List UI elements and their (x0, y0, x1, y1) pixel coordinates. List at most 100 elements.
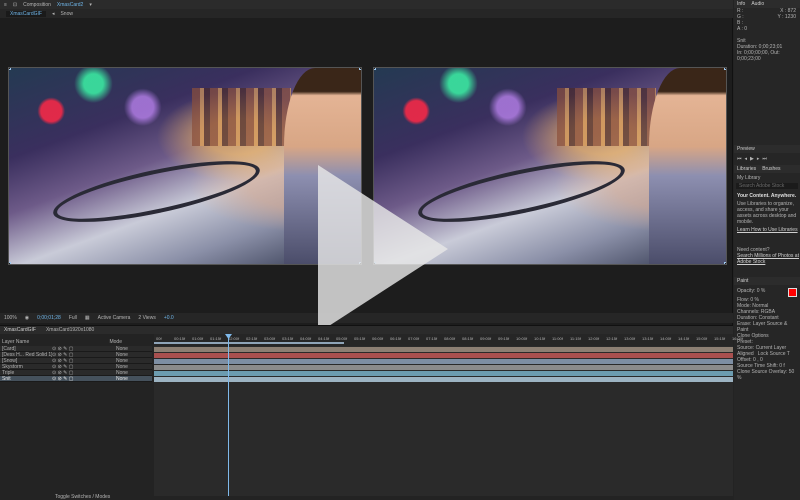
timeline-tabs: XmasCardGIF XmasCard1920x1080 (0, 326, 733, 334)
last-frame-icon[interactable]: ⏭ (762, 156, 767, 162)
current-time-indicator[interactable] (228, 334, 229, 496)
arrow-left-icon[interactable]: ◂ (52, 11, 55, 17)
ruler-tick-label: 08:00f (444, 336, 456, 341)
preview-panel-header: Preview (734, 145, 800, 153)
ruler-tick-label: 03:15f (282, 336, 294, 341)
layer-header: Layer Name Mode (0, 334, 152, 346)
info-y: Y : 1230 (777, 14, 796, 20)
ruler-tick-label: 06:00f (372, 336, 384, 341)
ruler-tick-label: 12:00f (588, 336, 600, 341)
layer-duration-bar[interactable] (154, 359, 733, 364)
ruler-tick-label: 01:15f (210, 336, 222, 341)
learn-libraries-link[interactable]: Learn How to Use Libraries (734, 227, 800, 233)
ruler-tick-label: 14:15f (678, 336, 690, 341)
layer-duration-bar[interactable] (154, 377, 733, 382)
camera-select[interactable]: Active Camera (98, 315, 131, 321)
work-area-bar[interactable] (154, 342, 344, 344)
ruler-tick-label: 15:15f (714, 336, 726, 341)
ruler-tick-label: 11:00f (552, 336, 563, 341)
layer-duration-bar[interactable] (154, 353, 733, 358)
mode-header[interactable]: Mode (109, 339, 122, 345)
transform-handle[interactable] (9, 262, 11, 264)
play-icon[interactable] (318, 165, 448, 333)
info-in-out: In: 0;00;00;00, Out: 0;00;23;00 (737, 50, 780, 62)
paint-opacity[interactable]: Opacity: 0 % (737, 288, 765, 297)
foreground-color-swatch[interactable] (788, 288, 797, 297)
layer-row[interactable]: Snit ⊙ ⊘ ✎ ▢ None (0, 376, 152, 382)
comp-name[interactable]: XmasCard2 (57, 2, 83, 8)
layer-duration-bar[interactable] (154, 365, 733, 370)
layer-name: Snit (2, 375, 11, 382)
tab-audio[interactable]: Audio (751, 1, 764, 7)
time-ruler[interactable]: 00f 00:15f 01:00f 01:15f 02:00f 02:15f 03:00f 0… (154, 334, 743, 346)
transform-handle[interactable] (359, 68, 361, 70)
info-a: A : 0 (737, 26, 748, 32)
views-select[interactable]: 2 Views (138, 315, 155, 321)
library-select[interactable]: My Library (734, 175, 800, 181)
ruler-tick-label: 01:00f (192, 336, 204, 341)
magnification-select[interactable]: 100% (4, 315, 17, 321)
transform-handle[interactable] (724, 262, 726, 264)
tab-timeline-active[interactable]: XmasCardGIF (4, 327, 36, 333)
lock-icon[interactable]: ⊡ (13, 2, 17, 8)
right-panels: Info Audio R : X : 872 G : Y : 1230 B : … (734, 0, 800, 500)
comp-menu-icon[interactable]: ▾ (89, 2, 92, 8)
ruler-tick-label: 03:00f (264, 336, 276, 341)
layer-name-header[interactable]: Layer Name (2, 339, 29, 345)
tab-brushes[interactable]: Brushes (762, 166, 780, 172)
ruler-tick-label: 16:00f (732, 336, 744, 341)
ruler-tick-label: 12:15f (606, 336, 618, 341)
prev-frame-icon[interactable]: ◂ (745, 156, 748, 162)
transform-handle[interactable] (724, 68, 726, 70)
first-frame-icon[interactable]: ⏮ (737, 156, 742, 162)
camera-icon[interactable]: ◉ (25, 315, 29, 321)
clone-overlay[interactable]: Clone Source Overlay: 50 % (734, 369, 800, 381)
exposure-value[interactable]: +0.0 (164, 315, 174, 321)
libraries-panel-header: Libraries Brushes (734, 165, 800, 173)
tab-libraries[interactable]: Libraries (737, 166, 756, 172)
layer-duration-bar[interactable] (154, 347, 733, 352)
layer-switches[interactable]: ⊙ ⊘ ✎ ▢ (52, 376, 108, 382)
play-preview-icon[interactable]: ▶ (750, 156, 754, 162)
paint-erase[interactable]: Erase: Layer Source & Paint (734, 321, 800, 333)
preview-controls: ⏮ ◂ ▶ ▸ ⏭ (734, 153, 800, 165)
region-icon[interactable]: ▦ (85, 315, 90, 321)
ruler-tick-label: 09:15f (498, 336, 510, 341)
tab-comp[interactable]: XmasCardGIF (6, 10, 46, 17)
viewer-left[interactable] (8, 67, 362, 265)
transform-handle[interactable] (9, 68, 11, 70)
layer-mode-select[interactable]: None (108, 376, 148, 382)
libraries-body: Use Libraries to organize, access, and s… (737, 201, 797, 225)
info-layer: Snit Duration: 0;00;23;01 In: 0;00;00;00… (734, 38, 800, 63)
next-frame-icon[interactable]: ▸ (757, 156, 760, 162)
ruler-tick-label: 09:00f (480, 336, 492, 341)
paint-title: Paint (737, 278, 749, 284)
resolution-select[interactable]: Full (69, 315, 77, 321)
ruler-tick-label: 05:00f (336, 336, 348, 341)
ruler-tick-label: 04:15f (318, 336, 330, 341)
ruler-tick-label: 05:15f (354, 336, 366, 341)
libraries-heading: Your Content. Anywhere. (737, 193, 797, 199)
ruler-tick-label: 15:00f (696, 336, 708, 341)
toggle-switches-label[interactable]: Toggle Switches / Modes (55, 494, 110, 500)
ruler-tick-label: 13:00f (624, 336, 636, 341)
ruler-tick-label: 10:00f (516, 336, 528, 341)
current-time-display[interactable]: 0;00;01;28 (37, 315, 61, 321)
stock-search-input[interactable]: Search Adobe Stock (736, 183, 798, 189)
tab-info[interactable]: Info (737, 1, 745, 7)
ruler-tick-label: 07:00f (408, 336, 420, 341)
transform-handle[interactable] (374, 68, 376, 70)
layer-duration-bar[interactable] (154, 371, 733, 376)
ruler-tick-label: 02:15f (246, 336, 258, 341)
app-window: ≡ ⊡ Composition XmasCard2 ▾ XmasCardGIF … (0, 0, 800, 500)
ruler-tick-label: 04:00f (300, 336, 312, 341)
tab-snow[interactable]: Snow (60, 11, 73, 17)
paint-panel-header: Paint (734, 277, 800, 285)
tab-timeline-other[interactable]: XmasCard1920x1080 (46, 327, 94, 333)
ruler-tick-label: 06:15f (390, 336, 402, 341)
comp-panel-header: ≡ ⊡ Composition XmasCard2 ▾ (0, 0, 733, 9)
menu-icon[interactable]: ≡ (4, 2, 7, 8)
preview-title: Preview (737, 146, 755, 152)
adobe-stock-link[interactable]: Search Millions of Photos at Adobe Stock (734, 253, 800, 265)
ruler-tick-label: 08:15f (462, 336, 474, 341)
